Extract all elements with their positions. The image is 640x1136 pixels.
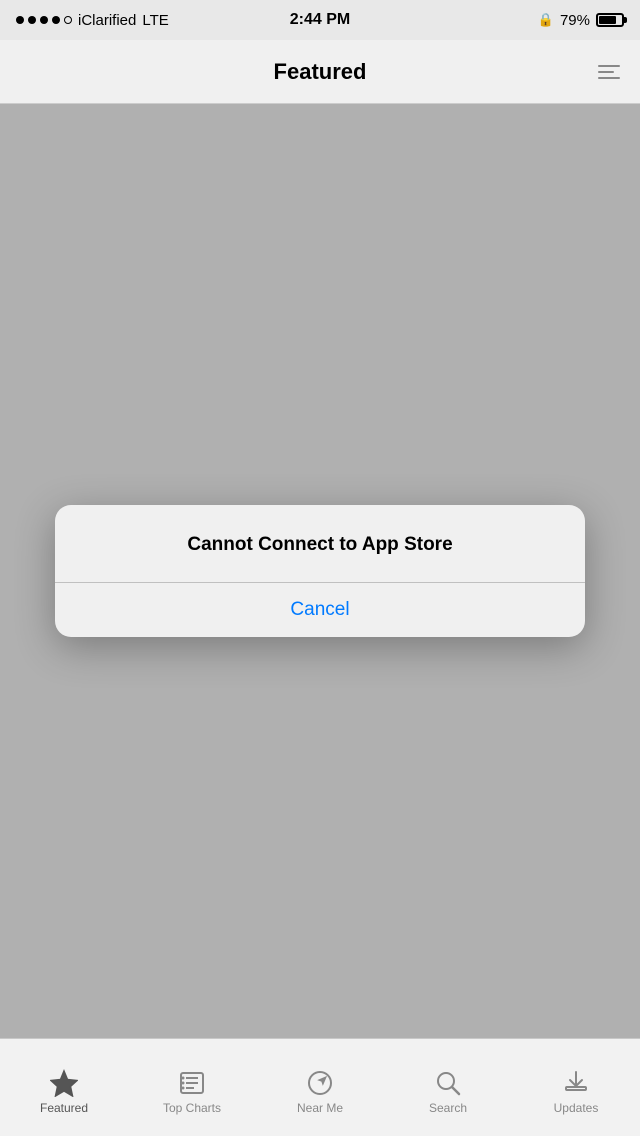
tab-search[interactable]: Search	[384, 1061, 512, 1115]
cancel-button[interactable]: Cancel	[55, 583, 585, 637]
top-charts-icon	[178, 1069, 206, 1097]
search-icon	[434, 1069, 462, 1097]
battery-percentage: 79%	[560, 12, 590, 29]
status-right: 🔒 79%	[538, 12, 624, 29]
battery-fill	[599, 16, 616, 24]
list-line-1	[598, 65, 620, 67]
signal-strength	[16, 16, 72, 24]
tab-featured[interactable]: Featured	[0, 1061, 128, 1115]
carrier-label: iClarified	[78, 12, 136, 29]
alert-overlay: Cannot Connect to App Store Cancel	[0, 104, 640, 1038]
signal-dot-3	[40, 16, 48, 24]
network-type: LTE	[142, 12, 168, 29]
page-title: Featured	[274, 59, 367, 85]
alert-title: Cannot Connect to App Store	[79, 533, 561, 558]
alert-dialog: Cannot Connect to App Store Cancel	[55, 505, 585, 637]
status-bar: iClarified LTE 2:44 PM 🔒 79%	[0, 0, 640, 40]
list-line-2	[598, 71, 614, 73]
tab-bar: Featured Top Charts Near Me Search	[0, 1038, 640, 1136]
tab-near-me[interactable]: Near Me	[256, 1061, 384, 1115]
list-line-3	[598, 77, 620, 79]
signal-dot-2	[28, 16, 36, 24]
featured-icon	[50, 1069, 78, 1097]
tab-updates[interactable]: Updates	[512, 1061, 640, 1115]
battery-icon	[596, 13, 624, 27]
tab-near-me-label: Near Me	[297, 1101, 343, 1115]
signal-dot-5	[64, 16, 72, 24]
signal-dot-1	[16, 16, 24, 24]
signal-dot-4	[52, 16, 60, 24]
tab-top-charts-label: Top Charts	[163, 1101, 221, 1115]
near-me-icon	[306, 1069, 334, 1097]
main-content: Cannot Connect to App Store Cancel	[0, 104, 640, 1038]
status-left: iClarified LTE	[16, 12, 169, 29]
alert-body: Cannot Connect to App Store	[55, 505, 585, 582]
tab-top-charts[interactable]: Top Charts	[128, 1061, 256, 1115]
tab-search-label: Search	[429, 1101, 467, 1115]
lock-icon: 🔒	[538, 12, 554, 28]
tab-featured-label: Featured	[40, 1101, 88, 1115]
updates-icon	[562, 1069, 590, 1097]
tab-updates-label: Updates	[554, 1101, 599, 1115]
status-time: 2:44 PM	[290, 11, 350, 29]
list-icon-button[interactable]	[598, 65, 620, 79]
nav-bar: Featured	[0, 40, 640, 104]
